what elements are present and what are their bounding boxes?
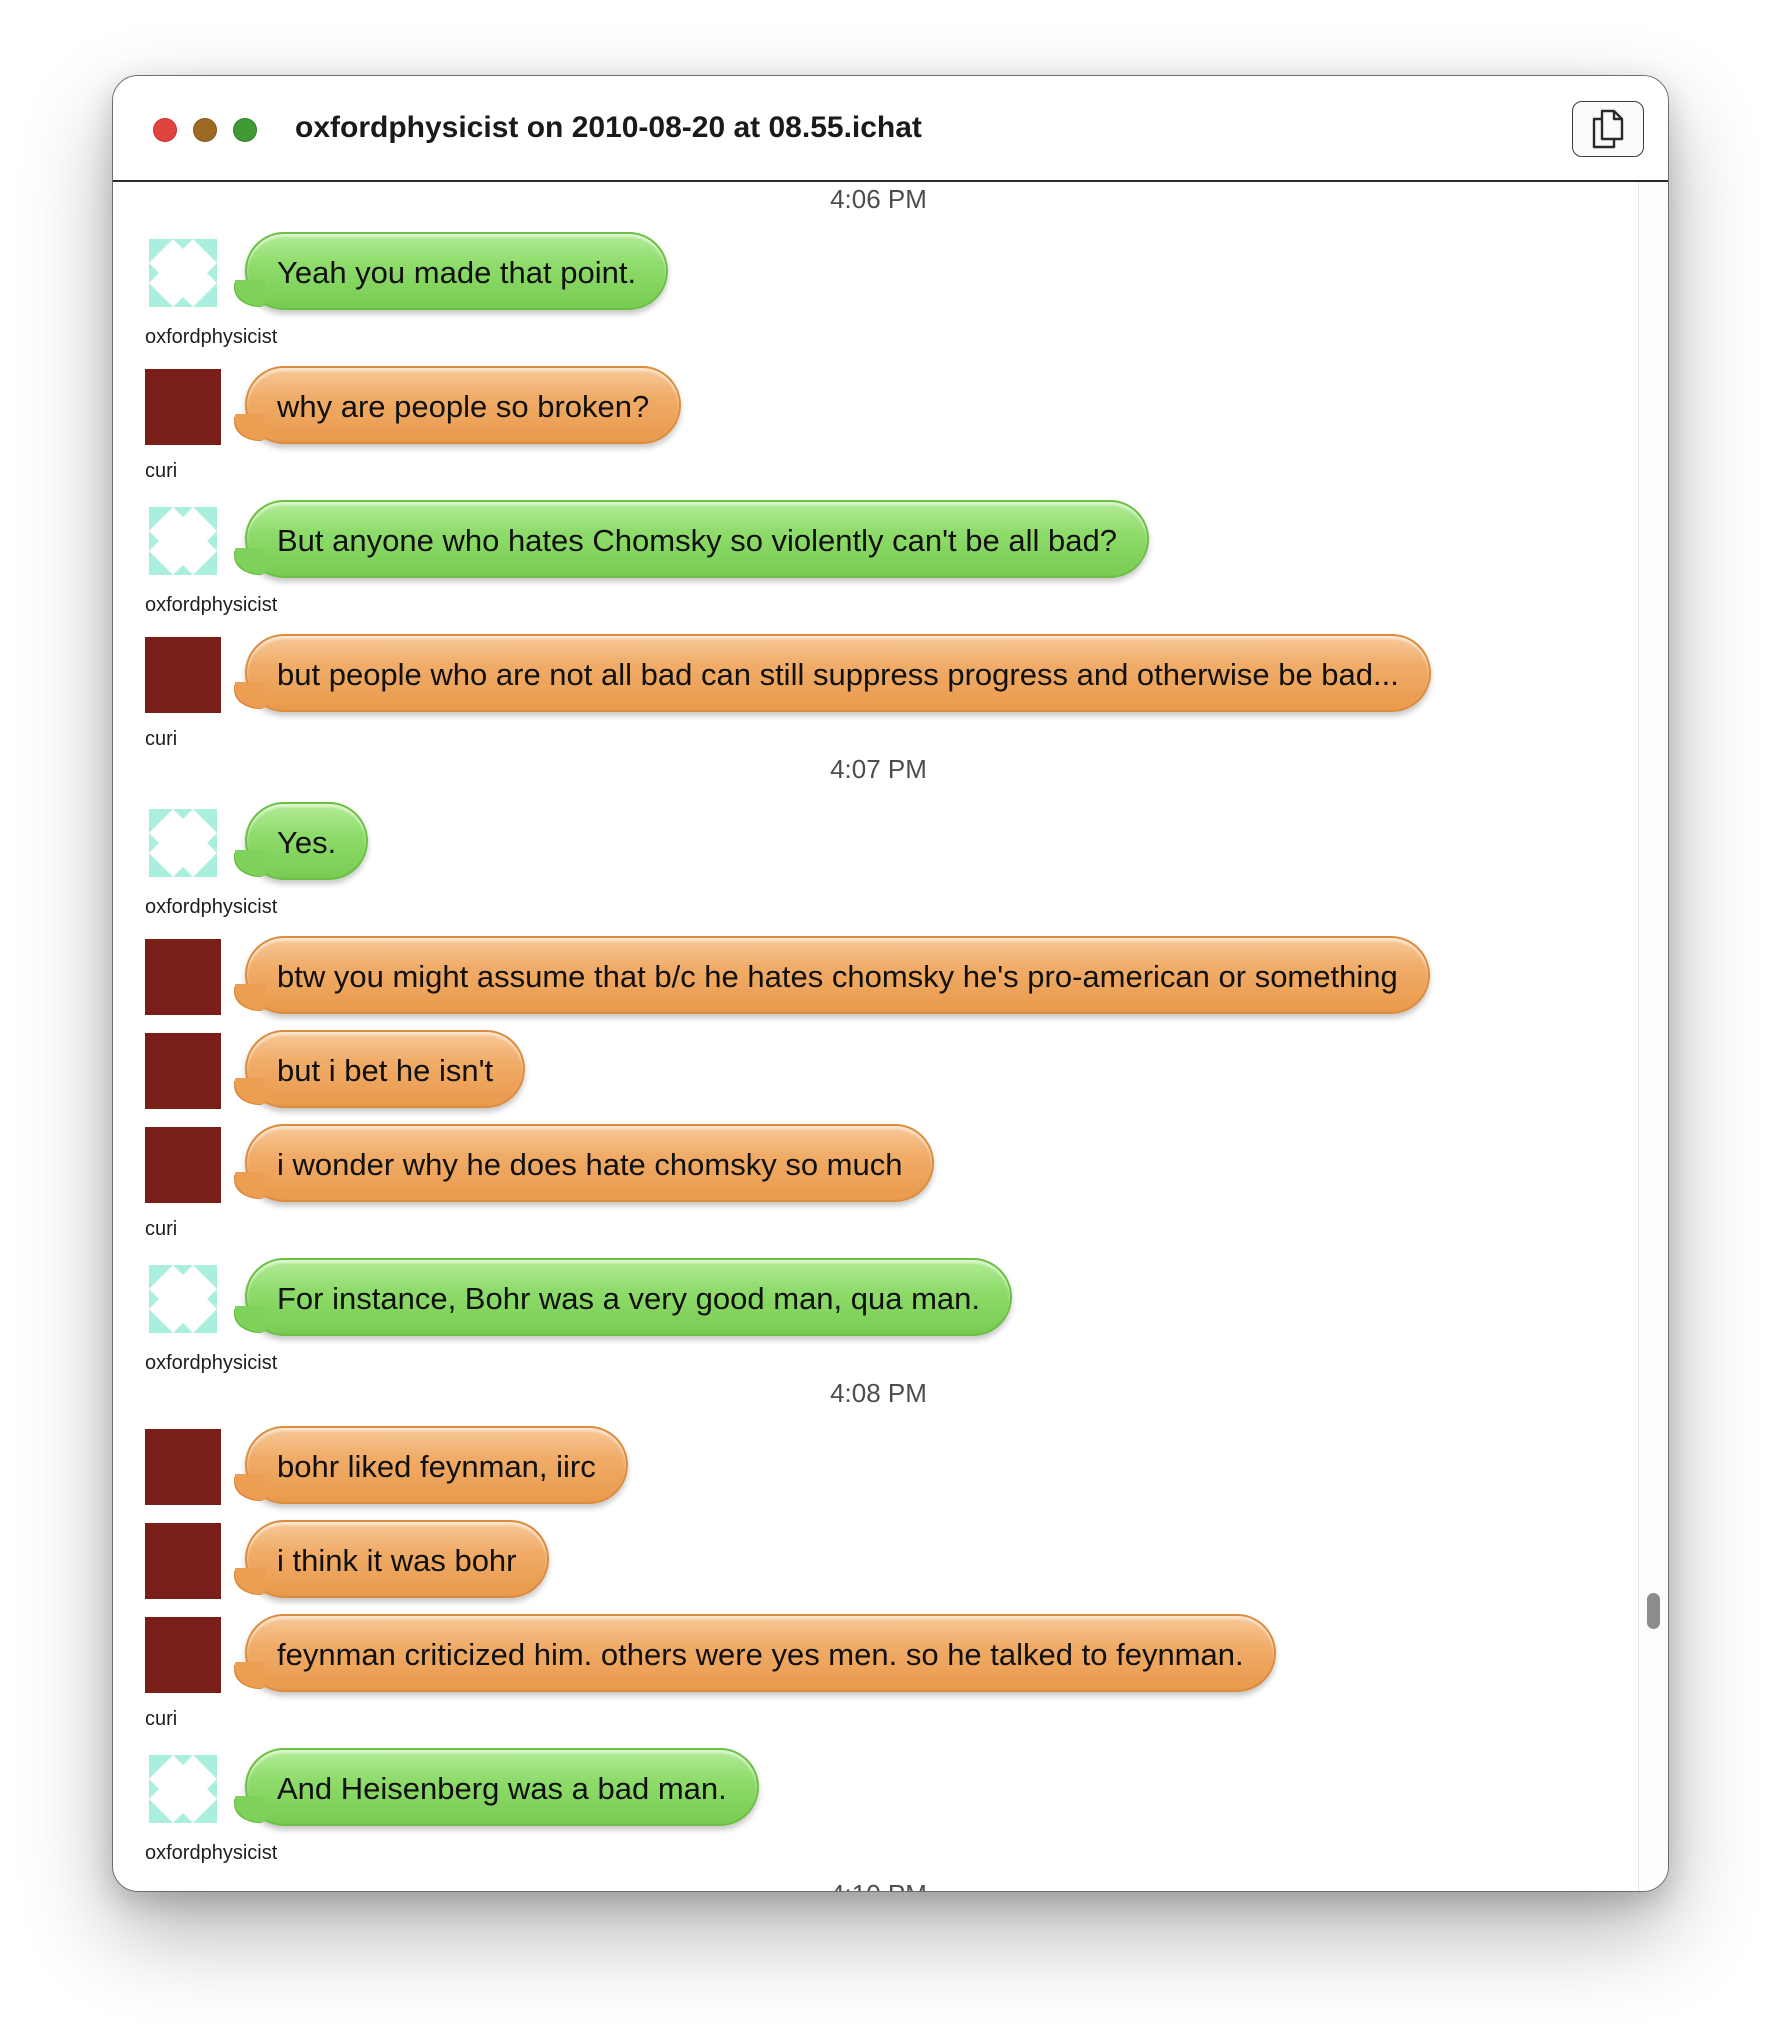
message-bubble: btw you might assume that b/c he hates c… — [235, 936, 1430, 1014]
avatar-curi — [145, 1523, 221, 1599]
title-bar: oxfordphysicist on 2010-08-20 at 08.55.i… — [113, 76, 1668, 182]
timestamp: 4:08 PM — [830, 1378, 927, 1408]
message-bubble: bohr liked feynman, iirc — [235, 1426, 628, 1504]
message-bubble: feynman criticized him. others were yes … — [235, 1614, 1276, 1692]
message-bubble: But anyone who hates Chomsky so violentl… — [235, 500, 1149, 578]
message-bubble: Yeah you made that point. — [234, 232, 669, 310]
timestamp: 4:07 PM — [830, 754, 927, 784]
sender-name: curi — [145, 1708, 178, 1730]
avatar-oxfordphysicist — [145, 805, 221, 881]
avatar-oxfordphysicist — [145, 235, 221, 311]
message-bubble: i think it was bohr — [235, 1520, 549, 1598]
avatar-curi — [145, 369, 221, 445]
scrollbar-thumb[interactable] — [1647, 1593, 1660, 1629]
minimize-button[interactable] — [193, 118, 217, 142]
sender-name: oxfordphysicist — [145, 1352, 278, 1374]
copy-button[interactable] — [1572, 101, 1644, 157]
sender-name: oxfordphysicist — [145, 594, 278, 616]
message-bubble: but i bet he isn't — [234, 1030, 526, 1108]
avatar-curi — [145, 1033, 221, 1109]
transcript-view[interactable]: 4:06 PM Yeah you made that point. oxford… — [113, 182, 1668, 1891]
avatar-curi — [145, 1429, 221, 1505]
message-bubble: but people who are not all bad can still… — [235, 634, 1431, 712]
avatar-oxfordphysicist — [145, 1261, 221, 1337]
timestamp: 4:06 PM — [830, 184, 927, 214]
message-bubble: Yes. — [234, 802, 369, 880]
sender-name: oxfordphysicist — [145, 896, 278, 918]
chat-window: oxfordphysicist on 2010-08-20 at 08.55.i… — [112, 75, 1669, 1892]
timestamp: 4:10 PM — [113, 1877, 1644, 1891]
document-copy-icon — [1592, 109, 1624, 149]
sender-name: curi — [145, 460, 178, 482]
message-bubble: i wonder why he does hate chomsky so muc… — [234, 1124, 935, 1202]
sender-name: oxfordphysicist — [145, 326, 278, 348]
message-bubble: And Heisenberg was a bad man. — [235, 1748, 759, 1826]
message-bubble: For instance, Bohr was a very good man, … — [234, 1258, 1013, 1336]
avatar-oxfordphysicist — [145, 1751, 221, 1827]
avatar-curi — [145, 637, 221, 713]
sender-name: oxfordphysicist — [145, 1842, 278, 1864]
window-title: oxfordphysicist on 2010-08-20 at 08.55.i… — [295, 111, 922, 144]
zoom-button[interactable] — [233, 118, 257, 142]
sender-name: curi — [145, 1218, 178, 1240]
avatar-curi — [145, 1127, 221, 1203]
message-bubble: why are people so broken? — [234, 366, 682, 444]
avatar-curi — [145, 939, 221, 1015]
avatar-curi — [145, 1617, 221, 1693]
sender-name: curi — [145, 728, 178, 750]
scrollbar[interactable] — [1638, 182, 1668, 1891]
avatar-oxfordphysicist — [145, 503, 221, 579]
close-button[interactable] — [153, 118, 177, 142]
